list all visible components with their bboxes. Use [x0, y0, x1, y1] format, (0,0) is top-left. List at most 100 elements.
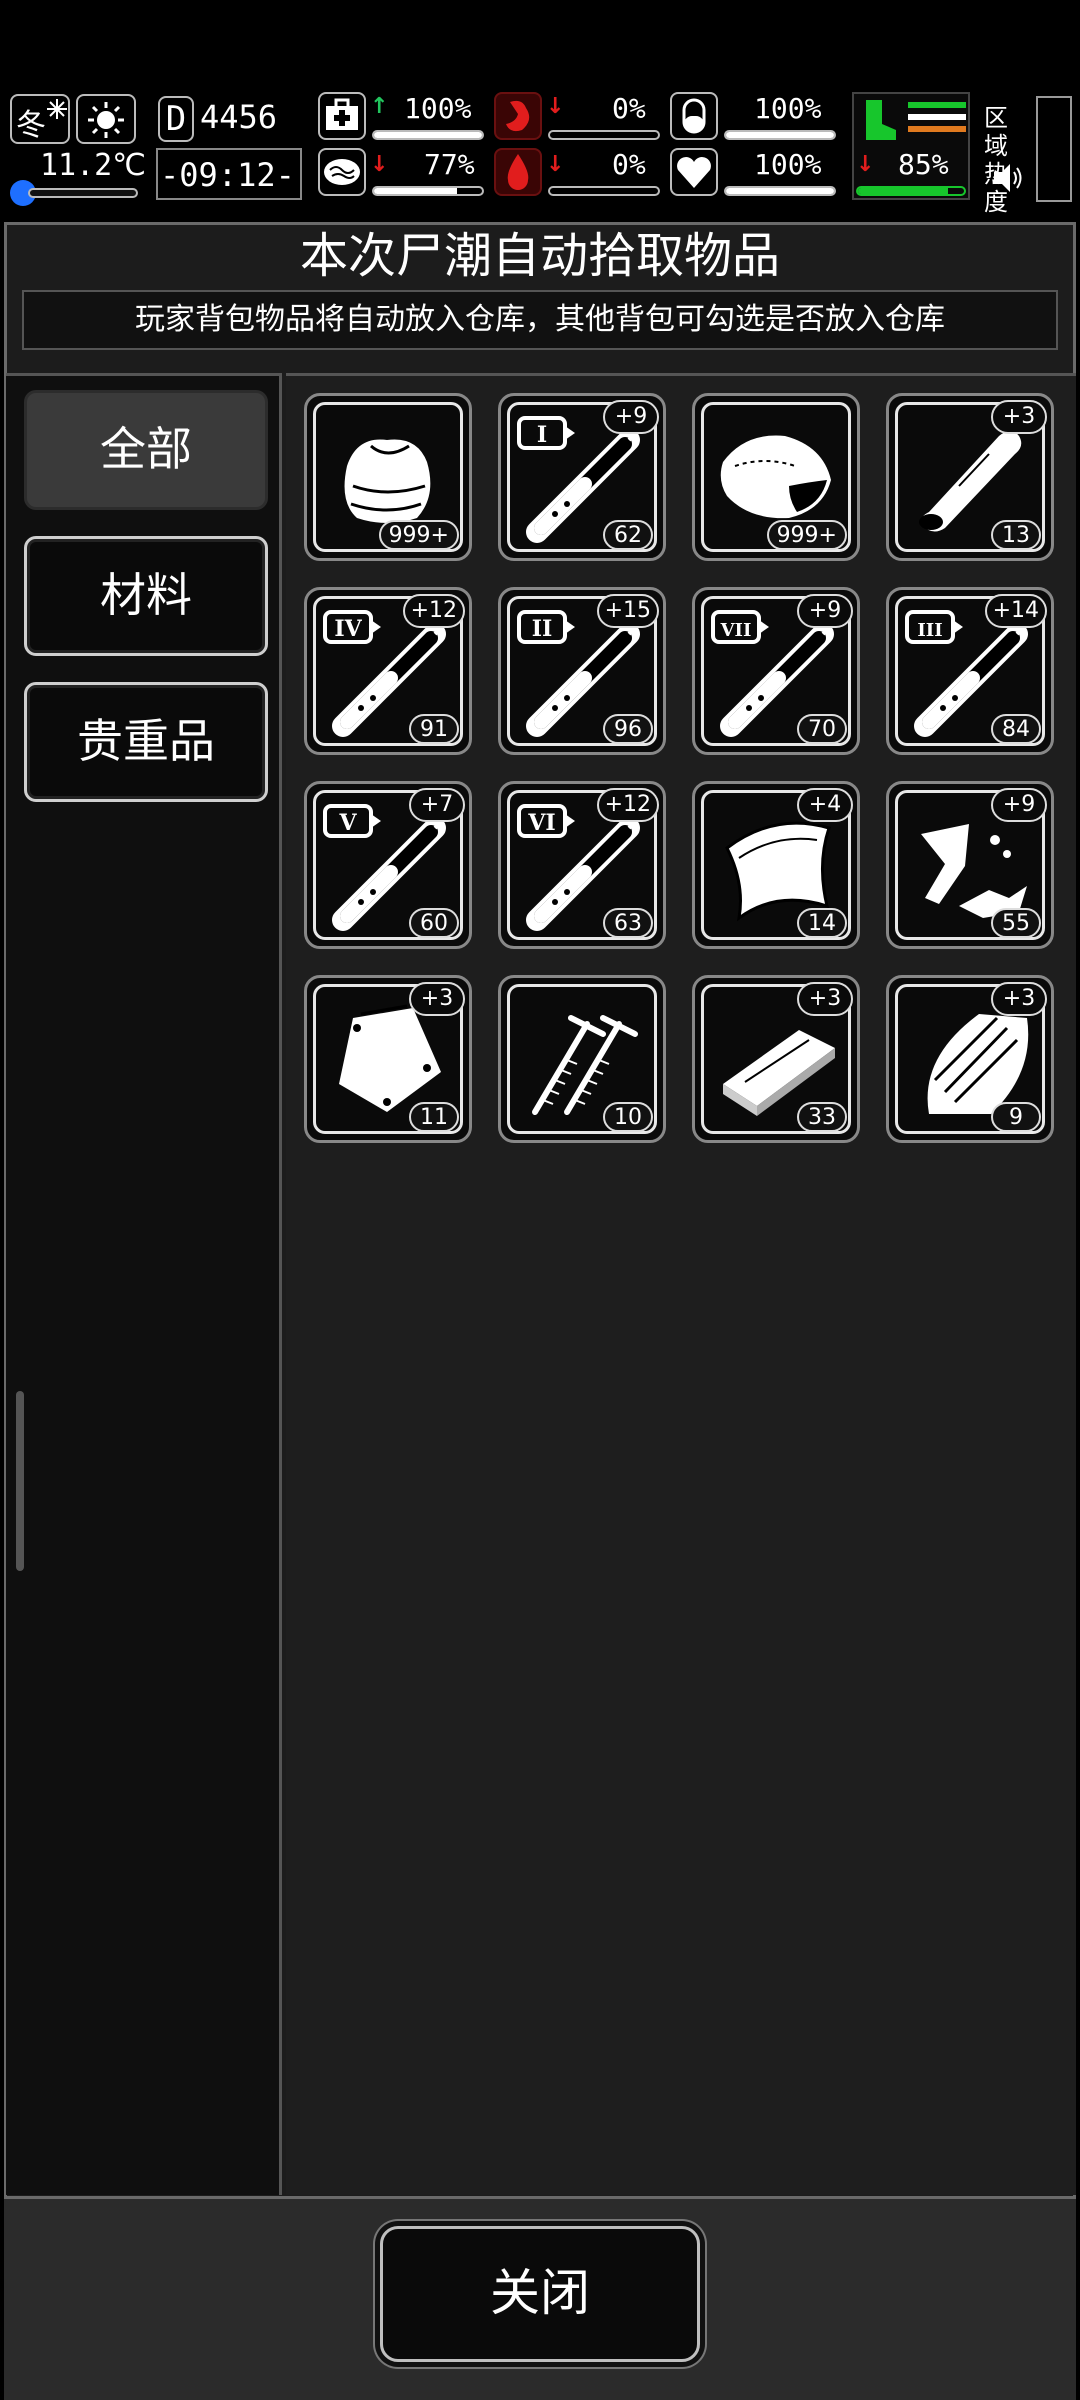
tab-materials[interactable]: 材料	[24, 536, 268, 656]
svg-text:VI: VI	[527, 810, 555, 836]
mood-bar	[724, 186, 836, 196]
item-count: 9	[991, 1102, 1041, 1132]
hunger-bar	[548, 130, 660, 140]
svg-text:II: II	[532, 616, 553, 642]
category-sidebar: 全部 材料 贵重品	[6, 373, 282, 2195]
stamina-down-arrow: ↓	[856, 152, 875, 177]
item-count: 63	[603, 908, 653, 938]
immunity-value: 100%	[754, 92, 822, 125]
blood-drop-icon	[494, 148, 542, 196]
mood-value: 100%	[754, 148, 822, 181]
item-bonus-badge: +3	[991, 982, 1047, 1016]
health-bar	[372, 130, 484, 140]
item-bonus-badge: +9	[797, 594, 853, 628]
svg-text:I: I	[537, 422, 547, 448]
hunger-down-arrow: ↓	[546, 94, 565, 119]
thirst-value: 0%	[612, 148, 646, 181]
item-bonus-badge: +15	[596, 594, 659, 628]
item-slot[interactable]: +9 55	[886, 781, 1054, 949]
day-counter: 4456	[200, 98, 278, 136]
item-count: 96	[603, 714, 653, 744]
item-slot[interactable]: 999+	[304, 393, 472, 561]
item-slot[interactable]: 10	[498, 975, 666, 1143]
item-bonus-badge: +3	[409, 982, 465, 1016]
stomach-icon	[494, 92, 542, 140]
stamina-line-white	[908, 114, 966, 120]
item-slot[interactable]: +3 9	[886, 975, 1054, 1143]
item-slot[interactable]: VII +9 70	[692, 587, 860, 755]
temperature-readout: 11.2℃	[40, 148, 146, 183]
thirst-down-arrow: ↓	[546, 152, 565, 177]
snowflake-icon	[47, 99, 67, 119]
item-slot[interactable]: II +15 96	[498, 587, 666, 755]
svg-text:III: III	[917, 620, 942, 641]
item-count: 70	[797, 714, 847, 744]
sun-icon	[88, 102, 124, 138]
pill-icon	[670, 92, 718, 140]
stamina-line-orange	[908, 126, 966, 132]
item-bonus-badge: +12	[402, 594, 465, 628]
item-count: 14	[797, 908, 847, 938]
tab-valuables[interactable]: 贵重品	[24, 682, 268, 802]
item-count: 13	[991, 520, 1041, 550]
item-bonus-badge: +7	[409, 788, 465, 822]
item-count: 84	[991, 714, 1041, 744]
item-bonus-badge: +14	[984, 594, 1047, 628]
item-bonus-badge: +12	[596, 788, 659, 822]
item-slot[interactable]: +4 14	[692, 781, 860, 949]
item-slot[interactable]: IV +12 91	[304, 587, 472, 755]
health-up-arrow: ↑	[370, 94, 389, 119]
dialog-title: 本次尸潮自动拾取物品	[299, 228, 780, 284]
zone-heat-meter	[1036, 96, 1072, 202]
item-count: 999+	[766, 520, 847, 550]
stamina-bar	[856, 186, 966, 196]
item-count: 62	[603, 520, 653, 550]
svg-text:V: V	[338, 810, 357, 836]
day-icon: D	[158, 96, 194, 142]
item-slot[interactable]: +3 33	[692, 975, 860, 1143]
svg-text:IV: IV	[334, 616, 362, 642]
item-slot[interactable]: V +7 60	[304, 781, 472, 949]
weather-box	[76, 94, 136, 144]
temperature-bar	[28, 188, 138, 198]
item-bonus-badge: +3	[797, 982, 853, 1016]
item-bonus-badge: +9	[603, 400, 659, 434]
brain-icon	[318, 148, 366, 196]
heart-icon	[670, 148, 718, 196]
season-box: 冬	[10, 94, 70, 144]
close-button[interactable]: 关闭	[380, 2226, 700, 2362]
item-count: 33	[797, 1102, 847, 1132]
thirst-bar	[548, 186, 660, 196]
item-bonus-badge: +4	[797, 788, 853, 822]
clock-readout: -09:12-	[160, 156, 295, 194]
status-hud: 冬 11.2℃ D 4456 -09:12- ↑ 100% ↓ 77% ↓ 0%…	[0, 88, 1080, 216]
item-slot[interactable]: I +9 62	[498, 393, 666, 561]
item-slot[interactable]: III +14 84	[886, 587, 1054, 755]
item-slot[interactable]: 999+	[692, 393, 860, 561]
item-slot[interactable]: +3 13	[886, 393, 1054, 561]
sanity-value: 77%	[424, 148, 475, 181]
dialog-subtitle: 玩家背包物品将自动放入仓库，其他背包可勾选是否放入仓库	[22, 290, 1058, 350]
boot-icon	[856, 96, 900, 144]
item-count: 10	[603, 1102, 653, 1132]
item-slot[interactable]: VI +12 63	[498, 781, 666, 949]
health-value: 100%	[404, 92, 472, 125]
item-bonus-badge: +9	[991, 788, 1047, 822]
item-grid: 999+ I +9 62 999+ +3 13 IV +12 91 II +15 96 VII +9 70 II…	[286, 373, 1076, 2195]
speaker-icon[interactable]	[990, 160, 1026, 196]
svg-text:VII: VII	[720, 620, 752, 641]
item-count: 999+	[378, 520, 459, 550]
item-slot[interactable]: +3 11	[304, 975, 472, 1143]
sanity-down-arrow: ↓	[370, 152, 389, 177]
immunity-bar	[724, 130, 836, 140]
item-count: 55	[991, 908, 1041, 938]
clock-box: -09:12-	[156, 148, 302, 200]
item-count: 60	[409, 908, 459, 938]
item-count: 91	[409, 714, 459, 744]
sidebar-scrollbar[interactable]	[16, 1391, 24, 1571]
item-bonus-badge: +3	[991, 400, 1047, 434]
sanity-bar	[372, 186, 484, 196]
item-count: 11	[409, 1102, 459, 1132]
tab-all[interactable]: 全部	[24, 390, 268, 510]
stamina-line-green	[908, 102, 966, 108]
